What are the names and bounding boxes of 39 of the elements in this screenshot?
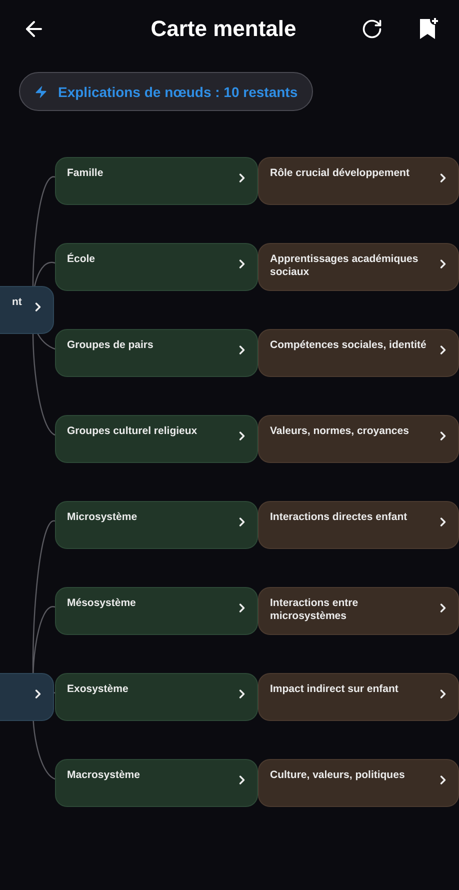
bookmark-add-icon xyxy=(417,17,439,41)
node-label: Interactions entre microsystèmes xyxy=(270,597,360,623)
node-label: Compétences sociales, identité xyxy=(270,339,428,352)
mind-map-node[interactable]: Interactions directes enfant xyxy=(258,501,459,549)
page-title: Carte mentale xyxy=(150,16,298,42)
node-label: Valeurs, normes, croyances xyxy=(270,425,410,438)
node-label: Microsystème xyxy=(67,511,138,524)
node-label: Macrosystème xyxy=(67,769,141,782)
mind-map-node[interactable]: Famille xyxy=(55,157,258,205)
mind-map-node[interactable]: Rôle crucial développement xyxy=(258,157,459,205)
node-label: Impact indirect sur enfant xyxy=(270,683,400,696)
node-label: Rôle crucial développement xyxy=(270,167,410,180)
badge-text: Explications de nœuds : 10 restants xyxy=(58,84,298,100)
mind-map-node[interactable]: nt xyxy=(0,286,54,334)
node-label: Culture, valeurs, politiques xyxy=(270,769,406,782)
node-label: Mésosystème xyxy=(67,597,137,610)
mind-map-node[interactable]: Culture, valeurs, politiques xyxy=(258,759,459,807)
refresh-icon xyxy=(361,18,383,40)
node-label: Apprentissages académiques sociaux xyxy=(270,253,420,279)
node-label: Groupes culturel religieux xyxy=(67,425,198,438)
mind-map-node[interactable]: Groupes culturel religieux xyxy=(55,415,258,463)
node-label: École xyxy=(67,253,96,266)
mind-map-node[interactable]: Groupes de pairs xyxy=(55,329,258,377)
mind-map-node[interactable]: Impact indirect sur enfant xyxy=(258,673,459,721)
node-label: nt xyxy=(12,296,22,308)
node-label: Groupes de pairs xyxy=(67,339,154,352)
mind-map-node[interactable]: École xyxy=(55,243,258,291)
mind-map-node[interactable]: Microsystème xyxy=(55,501,258,549)
node-label: Exosystème xyxy=(67,683,130,696)
mind-map-node[interactable]: Macrosystème xyxy=(55,759,258,807)
node-label: Famille xyxy=(67,167,104,180)
mind-map-node[interactable]: Compétences sociales, identité xyxy=(258,329,459,377)
mind-map-node[interactable]: Mésosystème xyxy=(55,587,258,635)
node-label: Interactions directes enfant xyxy=(270,511,408,524)
mind-map-node[interactable]: Valeurs, normes, croyances xyxy=(258,415,459,463)
lightning-icon xyxy=(34,84,48,98)
mind-map-node[interactable]: Exosystème xyxy=(55,673,258,721)
mind-map-node[interactable]: Interactions entre microsystèmes xyxy=(258,587,459,635)
mind-map-node[interactable]: Apprentissages académiques sociaux xyxy=(258,243,459,291)
